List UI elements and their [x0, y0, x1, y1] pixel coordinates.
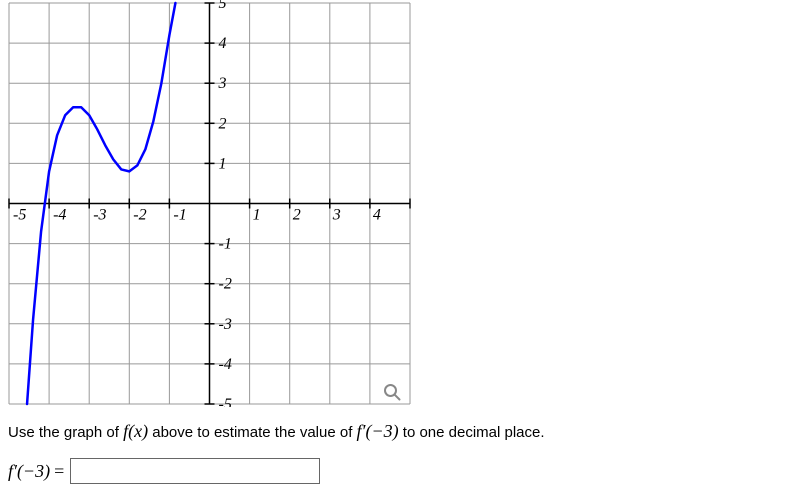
svg-text:-3: -3 — [93, 207, 106, 224]
svg-text:3: 3 — [218, 75, 227, 92]
svg-text:-4: -4 — [219, 356, 232, 373]
svg-text:-4: -4 — [53, 207, 66, 224]
svg-text:-2: -2 — [219, 276, 232, 293]
svg-text:3: 3 — [332, 207, 341, 224]
question-prefix: Use the graph of — [8, 424, 123, 441]
equals-sign: = — [54, 461, 64, 482]
svg-text:-1: -1 — [173, 207, 186, 224]
svg-text:2: 2 — [219, 115, 227, 132]
chart-area: -5-4-3-2-112345-5-4-3-2-112345 — [6, 0, 413, 407]
answer-row: f′(−3) = — [8, 458, 803, 484]
svg-text:4: 4 — [373, 207, 381, 224]
question-fprime: f′(−3) — [357, 421, 399, 441]
svg-text:-5: -5 — [13, 207, 26, 224]
svg-text:-2: -2 — [133, 207, 146, 224]
svg-text:1: 1 — [253, 207, 261, 224]
svg-text:-5: -5 — [219, 396, 232, 407]
question-text: Use the graph of f(x) above to estimate … — [8, 421, 803, 442]
svg-text:-3: -3 — [219, 316, 232, 333]
magnify-icon[interactable] — [383, 383, 401, 401]
answer-input[interactable] — [70, 458, 320, 484]
function-plot: -5-4-3-2-112345-5-4-3-2-112345 — [6, 0, 413, 407]
question-suffix: to one decimal place. — [403, 424, 545, 441]
svg-text:2: 2 — [293, 207, 301, 224]
question-fx: f(x) — [123, 421, 148, 441]
answer-label: f′(−3) — [8, 461, 50, 482]
question-middle: above to estimate the value of — [152, 424, 356, 441]
svg-text:4: 4 — [219, 35, 227, 52]
svg-text:-1: -1 — [219, 236, 232, 253]
svg-text:5: 5 — [219, 0, 227, 12]
svg-text:1: 1 — [219, 155, 227, 172]
